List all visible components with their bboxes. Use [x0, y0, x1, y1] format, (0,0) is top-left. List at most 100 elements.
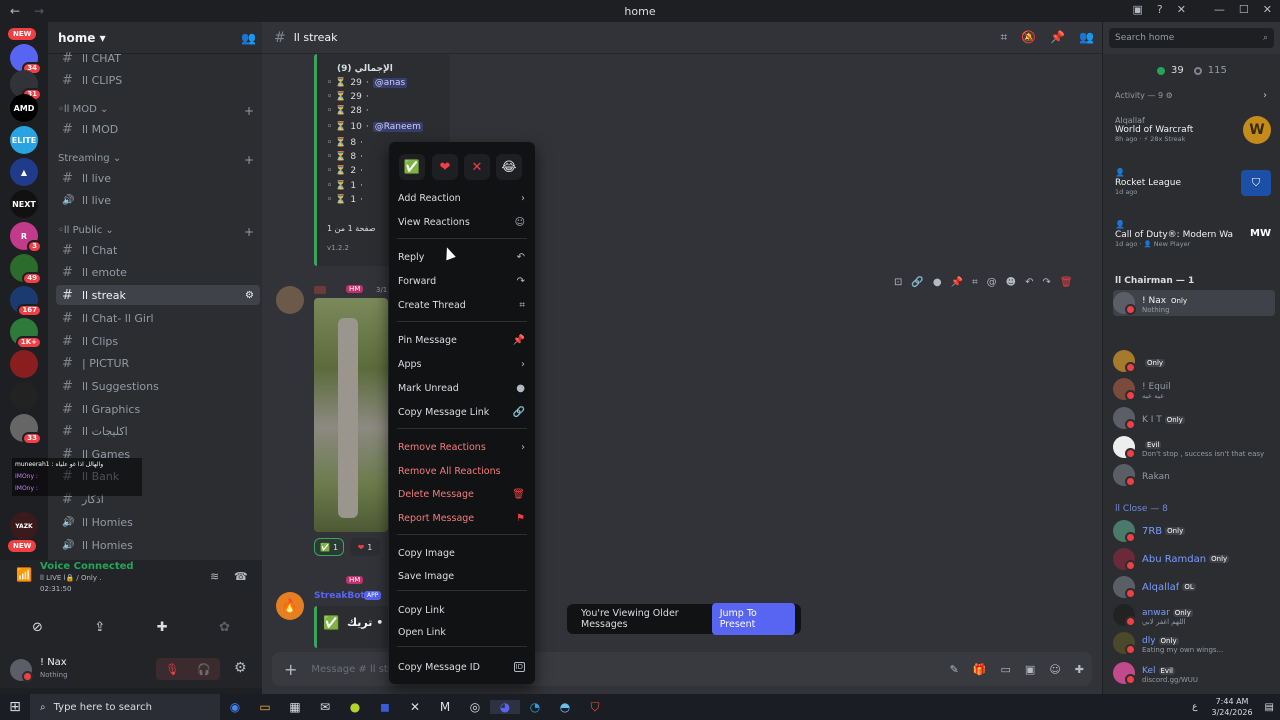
- brave-icon[interactable]: ⛉: [580, 700, 610, 715]
- video-off-icon[interactable]: ⊘: [32, 620, 43, 635]
- reaction-heart[interactable]: ❤ 1: [350, 538, 380, 556]
- server-icon[interactable]: [10, 382, 38, 410]
- menu-copy-message-link[interactable]: Copy Message Link 🔗: [395, 402, 529, 422]
- keyboard-language[interactable]: ع: [1192, 702, 1197, 712]
- file-explorer-icon[interactable]: ▭: [250, 700, 280, 714]
- menu-delete-message[interactable]: Delete Message 🗑: [395, 484, 529, 504]
- channel-item[interactable]: 🔊 ll Homies: [56, 535, 260, 555]
- id-icon[interactable]: ⊡: [894, 277, 902, 288]
- server-icon[interactable]: [10, 350, 38, 378]
- emoji-icon[interactable]: ☺: [1049, 663, 1060, 676]
- menu-remove-reactions[interactable]: Remove Reactions ›: [395, 437, 529, 457]
- edge-icon[interactable]: ◔: [520, 700, 550, 714]
- category-public[interactable]: ◦ll Public ⌄ +: [58, 225, 254, 239]
- channel-item[interactable]: # ll CLIPS: [56, 70, 260, 90]
- channel-item[interactable]: # | PICTUR: [56, 353, 260, 373]
- jump-to-present-button[interactable]: Jump To Present: [711, 603, 795, 635]
- image-attachment[interactable]: [314, 298, 388, 532]
- channel-item[interactable]: # ll Clips: [56, 331, 260, 351]
- channel-item[interactable]: # ll Chat- ll Girl: [56, 308, 260, 328]
- server-icon[interactable]: 49: [10, 254, 42, 285]
- member-item[interactable]: Evil Don't stop , success isn't that easy: [1113, 434, 1275, 460]
- tools-icon[interactable]: ✕: [1177, 3, 1186, 16]
- server-icon[interactable]: ▲: [10, 158, 38, 186]
- channel-item[interactable]: # ll Chat: [56, 240, 260, 260]
- signal-icon[interactable]: 📶: [16, 568, 32, 583]
- notifications-icon[interactable]: ▤: [1265, 702, 1274, 713]
- member-item[interactable]: Kel Evil discord.gg/WUU: [1113, 660, 1275, 686]
- search-input[interactable]: Search home ⌕: [1109, 28, 1274, 48]
- add-friend-icon[interactable]: 👥: [241, 31, 256, 45]
- server-icon-next[interactable]: NEXT: [10, 190, 38, 218]
- server-icon-yazk[interactable]: YAZK: [10, 512, 38, 540]
- user-mention[interactable]: @Raneem: [372, 122, 423, 132]
- plus-icon[interactable]: +: [244, 225, 254, 239]
- menu-create-thread[interactable]: Create Thread ⌗: [395, 295, 529, 315]
- channel-item[interactable]: # ll CHAT: [56, 48, 260, 68]
- server-icon[interactable]: 33: [10, 414, 42, 445]
- plus-icon[interactable]: +: [244, 104, 254, 118]
- pin-icon[interactable]: 📌: [1050, 30, 1065, 45]
- activity-card[interactable]: 👤 Call of Duty®: Modern Warf... 1d ago ·…: [1115, 220, 1275, 248]
- menu-apps[interactable]: Apps ›: [395, 354, 529, 374]
- member-item[interactable]: Alqallaf OL: [1113, 574, 1275, 600]
- category-streaming[interactable]: Streaming ⌄ +: [58, 153, 254, 167]
- member-item[interactable]: 7RB Only: [1113, 518, 1275, 544]
- channel-item[interactable]: # ll Graphics: [56, 399, 260, 419]
- delete-icon[interactable]: 🗑: [1060, 277, 1073, 288]
- threads-icon[interactable]: ⌗: [1000, 30, 1007, 45]
- channel-item-streak[interactable]: # ll streak ⚙: [56, 285, 260, 305]
- menu-pin-message[interactable]: Pin Message 📌: [395, 330, 529, 350]
- mention-icon[interactable]: @: [987, 277, 997, 288]
- menu-reply[interactable]: Reply ↶: [395, 247, 529, 267]
- maximize-button[interactable]: ☐: [1239, 3, 1249, 16]
- thread-icon[interactable]: ⌗: [972, 277, 978, 288]
- menu-copy-message-id[interactable]: Copy Message ID ID: [395, 657, 529, 677]
- link-icon[interactable]: 🔗: [911, 277, 923, 288]
- avatar[interactable]: [276, 286, 304, 314]
- screen-share-icon[interactable]: ⇪: [94, 620, 105, 635]
- member-item[interactable]: Abu Ramdan Only: [1113, 546, 1275, 572]
- server-icon[interactable]: 167: [10, 286, 42, 317]
- menu-copy-image[interactable]: Copy Image: [395, 543, 529, 563]
- taskbar-search-input[interactable]: ⌕ Type here to search: [30, 694, 220, 720]
- xbox-icon[interactable]: ✕: [400, 700, 430, 714]
- voice-channel[interactable]: ll LIVE l🔒 / Only .: [40, 574, 101, 582]
- server-icon[interactable]: 34: [10, 44, 42, 75]
- channel-item[interactable]: # ll MOD: [56, 119, 260, 139]
- menu-report-message[interactable]: Report Message ⚑: [395, 508, 529, 528]
- app-icon[interactable]: M: [430, 700, 460, 714]
- member-list-icon[interactable]: 👥: [1079, 30, 1094, 45]
- menu-forward[interactable]: Forward ↷: [395, 271, 529, 291]
- windows-start-icon[interactable]: ⊞: [0, 699, 30, 715]
- discord-icon[interactable]: ◕: [490, 700, 520, 714]
- menu-save-image[interactable]: Save Image: [395, 566, 529, 586]
- user-mention[interactable]: @anas: [372, 78, 408, 88]
- channel-item[interactable]: # ll Suggestions: [56, 376, 260, 396]
- member-item[interactable]: ! Nax Only Nothing: [1113, 290, 1275, 316]
- emoji-icon[interactable]: ☻: [1006, 277, 1016, 288]
- gift-icon[interactable]: 🎁: [973, 663, 987, 676]
- gif-icon[interactable]: ▭: [1001, 663, 1011, 676]
- disconnect-icon[interactable]: ☎: [234, 570, 248, 583]
- channel-item[interactable]: # ll emote: [56, 262, 260, 282]
- apps-icon[interactable]: ✚: [1075, 663, 1084, 676]
- notifications-off-icon[interactable]: 🔕: [1021, 30, 1036, 45]
- chevron-right-icon[interactable]: ›: [1263, 90, 1267, 101]
- member-item[interactable]: Rakan: [1113, 462, 1275, 488]
- member-item[interactable]: dly Only Eating my own wings...: [1113, 630, 1275, 656]
- server-icon-r[interactable]: R3: [10, 222, 42, 253]
- close-button[interactable]: ✕: [1263, 3, 1272, 16]
- app-icon[interactable]: ◼: [370, 700, 400, 714]
- member-item[interactable]: ! Equil عيه عيه: [1113, 376, 1275, 402]
- member-item[interactable]: Only: [1113, 348, 1275, 374]
- quick-react-laugh[interactable]: 😂: [496, 154, 522, 180]
- channel-item[interactable]: 🔊 ll Homies: [56, 512, 260, 532]
- mail-icon[interactable]: ✉: [310, 700, 340, 714]
- mute-icon[interactable]: ✎: [950, 663, 959, 676]
- help-icon[interactable]: ?: [1157, 3, 1163, 16]
- steam-icon[interactable]: ◓: [550, 700, 580, 714]
- server-icon-elite[interactable]: ELITE: [10, 126, 38, 154]
- server-icon[interactable]: 1K+: [10, 318, 42, 349]
- activities-icon[interactable]: ✚: [157, 620, 168, 635]
